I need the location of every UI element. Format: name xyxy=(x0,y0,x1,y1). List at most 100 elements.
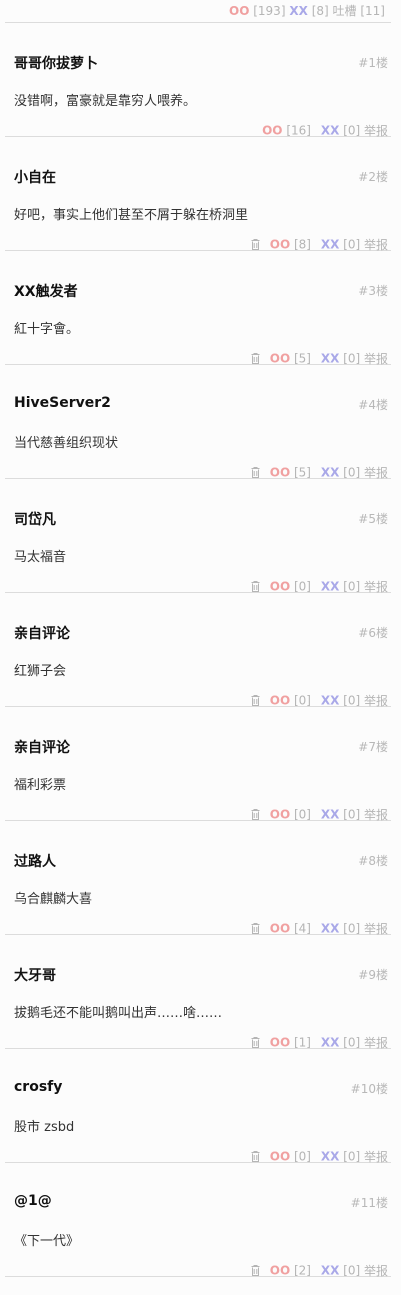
comment-item: 亲自评论 #7楼 福利彩票 OO [0] XX [0] 举报 xyxy=(5,707,391,822)
report-button[interactable]: 举报 xyxy=(364,694,388,708)
oo-vote-button[interactable]: OO xyxy=(270,808,290,822)
trash-icon[interactable] xyxy=(251,239,260,250)
comment-author[interactable]: 过路人 xyxy=(14,851,56,871)
trash-icon[interactable] xyxy=(251,581,260,592)
comment-floor-link[interactable]: #1楼 xyxy=(358,54,388,71)
comment-text: 《下一代》 xyxy=(14,1234,80,1249)
comment-floor-link[interactable]: #10楼 xyxy=(351,1080,388,1097)
trash-icon[interactable] xyxy=(251,1265,260,1276)
xx-vote-button[interactable]: XX xyxy=(321,694,340,708)
oo-vote-button[interactable]: OO xyxy=(270,922,290,936)
comment-item: crosfy #10楼 股市 zsbd OO [0] XX [0] 举报 xyxy=(5,1049,391,1164)
oo-count: [0] xyxy=(293,807,311,822)
xx-vote-button[interactable]: XX xyxy=(321,1150,340,1164)
oo-vote-button[interactable]: OO xyxy=(270,466,290,480)
xx-vote-button[interactable]: XX xyxy=(289,4,308,18)
comment-item: 亲自评论 #6楼 红狮子会 OO [0] XX [0] 举报 xyxy=(5,593,391,708)
comment-floor-link[interactable]: #3楼 xyxy=(358,282,388,299)
xx-vote-button[interactable]: XX xyxy=(321,922,340,936)
report-button[interactable]: 举报 xyxy=(364,922,388,936)
tucao-link[interactable]: 吐槽 xyxy=(333,4,357,18)
comment-floor-link[interactable]: #4楼 xyxy=(358,396,388,413)
comment-item: XX触发者 #3楼 紅十字會。 OO [5] XX [0] 举报 xyxy=(5,251,391,366)
comment-author[interactable]: 司岱凡 xyxy=(14,509,56,529)
xx-count: [8] xyxy=(311,4,329,18)
xx-count: [0] xyxy=(343,1149,361,1164)
oo-count: [4] xyxy=(293,921,311,936)
xx-count: [0] xyxy=(343,921,361,936)
xx-vote-button[interactable]: XX xyxy=(321,580,340,594)
trash-icon[interactable] xyxy=(251,809,260,820)
comment-item: 司岱凡 #5楼 马太福音 OO [0] XX [0] 举报 xyxy=(5,479,391,594)
xx-vote-button[interactable]: XX xyxy=(321,1036,340,1050)
oo-vote-button[interactable]: OO xyxy=(270,1264,290,1278)
xx-vote-button[interactable]: XX xyxy=(321,352,340,366)
xx-vote-button[interactable]: XX xyxy=(321,808,340,822)
trash-icon[interactable] xyxy=(251,923,260,934)
comment-text: 没错啊，富豪就是靠穷人喂养。 xyxy=(14,94,197,109)
xx-count: [0] xyxy=(343,465,361,480)
comment-floor-link[interactable]: #2楼 xyxy=(358,168,388,185)
xx-vote-button[interactable]: XX xyxy=(321,124,340,138)
oo-count: [193] xyxy=(253,4,286,18)
comment-item: 过路人 #8楼 乌合麒麟大喜 OO [4] XX [0] 举报 xyxy=(5,821,391,936)
report-button[interactable]: 举报 xyxy=(364,1036,388,1050)
comment-author[interactable]: 哥哥你拔萝卜 xyxy=(14,53,98,73)
oo-vote-button[interactable]: OO xyxy=(229,4,249,18)
trash-icon[interactable] xyxy=(251,1037,260,1048)
comment-floor-link[interactable]: #5楼 xyxy=(358,510,388,527)
report-button[interactable]: 举报 xyxy=(364,808,388,822)
oo-vote-button[interactable]: OO xyxy=(262,124,282,138)
comment-author[interactable]: XX触发者 xyxy=(14,281,78,301)
oo-vote-button[interactable]: OO xyxy=(270,1036,290,1050)
comment-text: 股市 zsbd xyxy=(14,1120,75,1135)
oo-count: [2] xyxy=(293,1263,311,1278)
oo-vote-button[interactable]: OO xyxy=(270,352,290,366)
comment-floor-link[interactable]: #7楼 xyxy=(358,738,388,755)
comment-floor-link[interactable]: #9楼 xyxy=(358,966,388,983)
oo-count: [16] xyxy=(286,123,311,138)
oo-count: [1] xyxy=(293,1035,311,1050)
xx-count: [0] xyxy=(343,807,361,822)
comment-author[interactable]: 亲自评论 xyxy=(14,737,70,757)
oo-count: [5] xyxy=(293,351,311,366)
xx-count: [0] xyxy=(343,693,361,708)
comment-author[interactable]: 小自在 xyxy=(14,167,56,187)
comment-author[interactable]: @1@ xyxy=(14,1193,52,1209)
oo-vote-button[interactable]: OO xyxy=(270,1150,290,1164)
trash-icon[interactable] xyxy=(251,353,260,364)
report-button[interactable]: 举报 xyxy=(364,1150,388,1164)
trash-icon[interactable] xyxy=(251,467,260,478)
report-button[interactable]: 举报 xyxy=(364,1264,388,1278)
comment-text: 乌合麒麟大喜 xyxy=(14,892,93,907)
report-button[interactable]: 举报 xyxy=(364,238,388,252)
comment-author[interactable]: 亲自评论 xyxy=(14,623,70,643)
comment-vote-bar: OO [2] XX [0] 举报 xyxy=(251,1262,388,1279)
oo-vote-button[interactable]: OO xyxy=(270,238,290,252)
comment-author[interactable]: HiveServer2 xyxy=(14,395,111,411)
xx-vote-button[interactable]: XX xyxy=(321,466,340,480)
comment-text: 福利彩票 xyxy=(14,778,67,793)
comment-author[interactable]: 大牙哥 xyxy=(14,965,56,985)
post-vote-summary: OO [193] XX [8] 吐槽 [11] xyxy=(5,0,391,23)
xx-count: [0] xyxy=(343,237,361,252)
trash-icon[interactable] xyxy=(251,695,260,706)
trash-icon[interactable] xyxy=(251,1151,260,1162)
comment-list: 哥哥你拔萝卜 #1楼 没错啊，富豪就是靠穷人喂养。 OO [16] XX [0]… xyxy=(5,23,391,1279)
report-button[interactable]: 举报 xyxy=(364,580,388,594)
report-button[interactable]: 举报 xyxy=(364,352,388,366)
oo-vote-button[interactable]: OO xyxy=(270,580,290,594)
oo-vote-button[interactable]: OO xyxy=(270,694,290,708)
xx-vote-button[interactable]: XX xyxy=(321,1264,340,1278)
comment-author[interactable]: crosfy xyxy=(14,1079,62,1095)
report-button[interactable]: 举报 xyxy=(364,466,388,480)
comment-floor-link[interactable]: #6楼 xyxy=(358,624,388,641)
comment-floor-link[interactable]: #11楼 xyxy=(351,1194,388,1211)
comment-item: 小自在 #2楼 好吧，事实上他们甚至不屑于躲在桥洞里 OO [8] XX [0]… xyxy=(5,137,391,252)
tucao-count: [11] xyxy=(360,4,385,18)
report-button[interactable]: 举报 xyxy=(364,124,388,138)
xx-vote-button[interactable]: XX xyxy=(321,238,340,252)
oo-count: [0] xyxy=(293,693,311,708)
comment-text: 当代慈善组织现状 xyxy=(14,436,119,451)
comment-floor-link[interactable]: #8楼 xyxy=(358,852,388,869)
